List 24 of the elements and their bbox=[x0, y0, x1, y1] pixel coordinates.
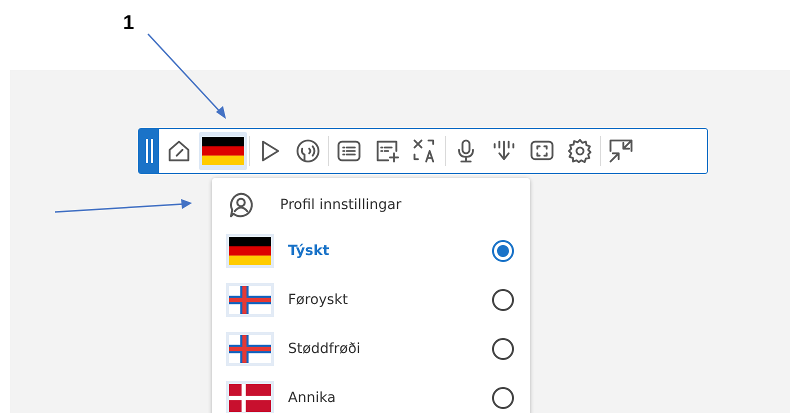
flag-icon bbox=[229, 384, 271, 412]
annotation-number: 1 bbox=[123, 12, 134, 35]
language-name: Føroyskt bbox=[288, 292, 349, 308]
flag-icon bbox=[229, 286, 271, 314]
language-option[interactable]: Annika bbox=[226, 373, 514, 413]
flag-icon bbox=[229, 236, 271, 264]
language-button[interactable] bbox=[199, 132, 247, 170]
language-name: Annika bbox=[288, 390, 337, 406]
language-name: Týskt bbox=[288, 242, 330, 258]
profile-settings-link[interactable]: Profil innstillingar bbox=[280, 197, 402, 213]
radio-button[interactable] bbox=[492, 240, 514, 262]
radio-button[interactable] bbox=[492, 288, 514, 310]
language-option[interactable]: Týskt bbox=[226, 226, 514, 275]
settings-icon bbox=[566, 137, 594, 165]
radio-button[interactable] bbox=[492, 386, 514, 408]
drag-handle[interactable] bbox=[139, 129, 159, 173]
flag-icon bbox=[202, 136, 244, 166]
collapse-arrows-icon bbox=[607, 137, 635, 165]
language-option[interactable]: Støddfrøði bbox=[226, 324, 514, 373]
radio-button[interactable] bbox=[492, 338, 514, 360]
language-name: Støddfrøði bbox=[288, 340, 362, 356]
language-option[interactable]: Føroyskt bbox=[226, 275, 514, 324]
speaking-head-icon bbox=[294, 137, 322, 165]
flag-icon bbox=[229, 334, 271, 362]
